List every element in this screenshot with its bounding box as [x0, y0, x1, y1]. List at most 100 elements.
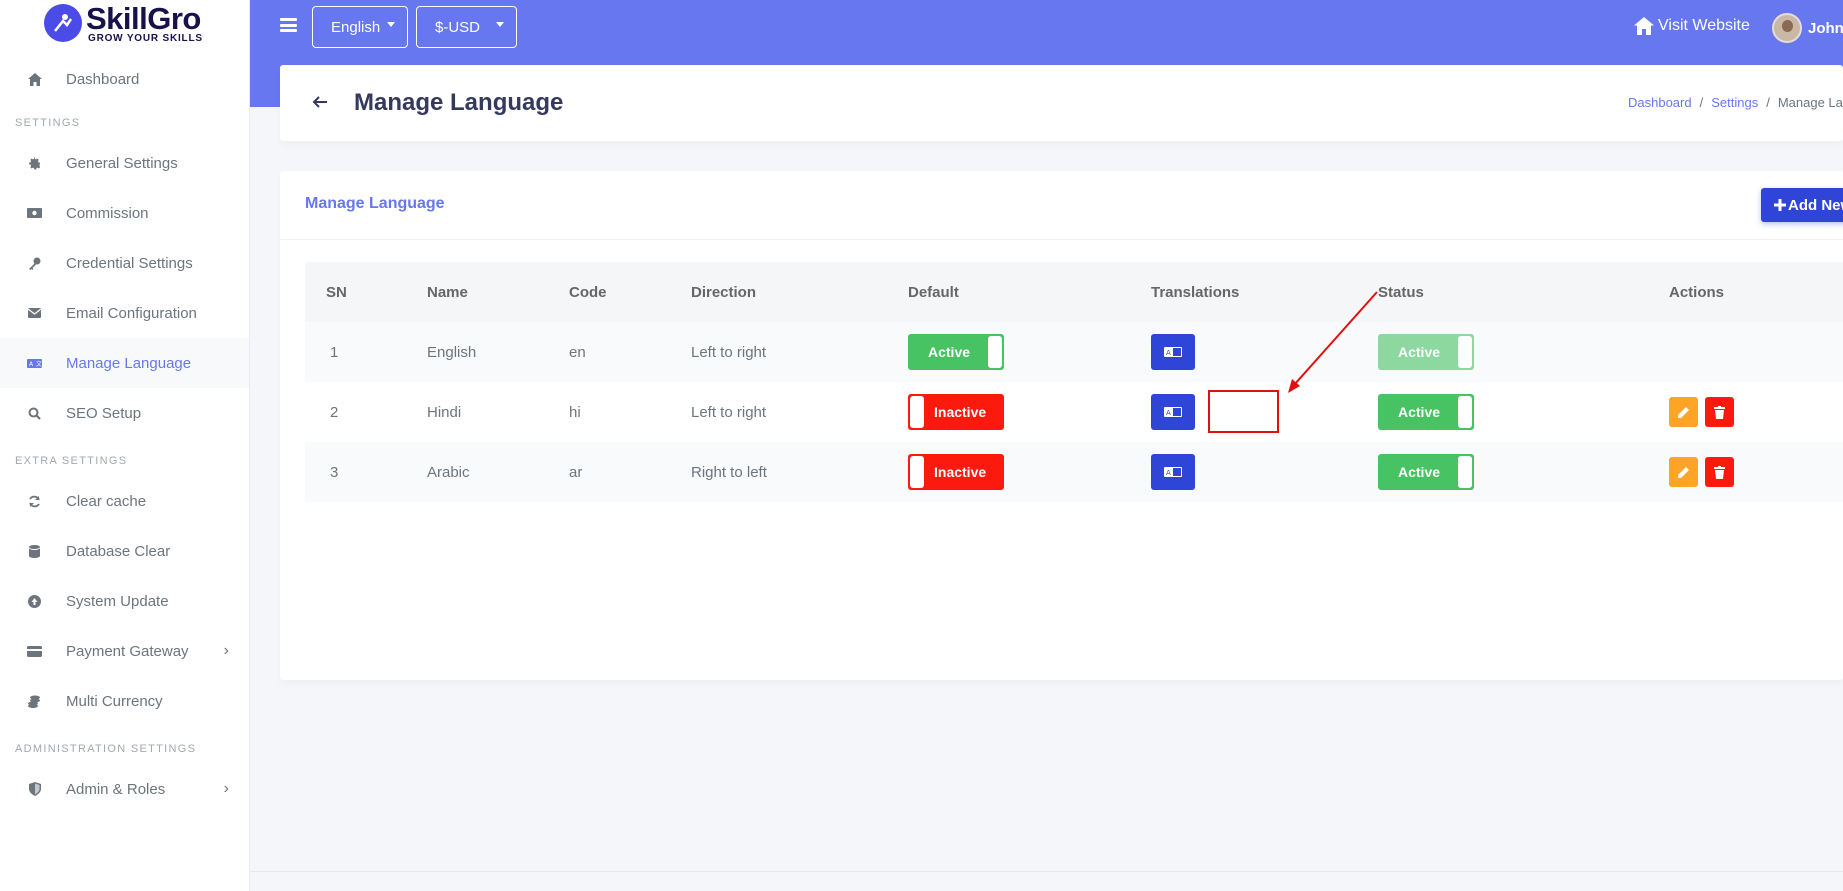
brand-name: SkillGro	[86, 0, 201, 36]
cell-code: ar	[569, 463, 583, 481]
sidebar-item-payment-gateway[interactable]: Payment Gateway ›	[0, 626, 249, 676]
brand-tagline: GROW YOUR SKILLS	[88, 32, 203, 44]
sidebar-item-general-settings[interactable]: General Settings	[0, 138, 249, 188]
menu-toggle-icon[interactable]	[280, 18, 297, 32]
edit-button[interactable]	[1669, 457, 1698, 487]
chevron-right-icon: ›	[223, 642, 229, 659]
column-header-sn: SN	[326, 283, 347, 301]
sidebar-item-label: Database Clear	[66, 542, 171, 560]
cell-direction: Left to right	[691, 403, 767, 421]
breadcrumb-dashboard[interactable]: Dashboard	[1628, 95, 1692, 110]
default-toggle-label: Inactive	[934, 464, 987, 480]
brand-logo-icon	[44, 4, 82, 42]
sidebar-item-database-clear[interactable]: Database Clear	[0, 526, 249, 576]
cell-code: hi	[569, 403, 581, 421]
back-arrow-icon[interactable]	[312, 94, 328, 110]
gear-icon	[27, 156, 42, 171]
chevron-down-icon	[496, 22, 504, 27]
status-toggle-label: Active	[1398, 464, 1441, 480]
sidebar-item-label: Dashboard	[66, 70, 140, 88]
sidebar-item-commission[interactable]: Commission	[0, 188, 249, 238]
coins-icon	[27, 694, 42, 709]
sidebar-heading-administration-settings: ADMINISTRATION SETTINGS	[15, 743, 197, 755]
trash-icon	[1714, 405, 1725, 419]
delete-button[interactable]	[1705, 397, 1734, 427]
default-toggle[interactable]: Active	[908, 334, 1004, 370]
annotation-highlight-box	[1208, 390, 1279, 433]
cell-default: Inactive	[908, 442, 1151, 502]
plus-icon	[1774, 199, 1786, 211]
svg-text:A: A	[1166, 409, 1171, 417]
sidebar-item-label: Manage Language	[66, 354, 192, 372]
sidebar-item-label: Admin & Roles	[66, 780, 166, 798]
sidebar-item-email-configuration[interactable]: Email Configuration	[0, 288, 249, 338]
add-new-button[interactable]: Add New	[1761, 188, 1843, 222]
user-name: John	[1808, 19, 1843, 37]
currency-select-value: $-USD	[435, 18, 481, 36]
default-toggle[interactable]: Inactive	[908, 454, 1004, 490]
cell-direction: Right to left	[691, 463, 767, 481]
sidebar-item-label: Email Configuration	[66, 304, 197, 322]
translation-button[interactable]: A	[1151, 394, 1195, 430]
sidebar-item-multi-currency[interactable]: Multi Currency	[0, 676, 249, 726]
sidebar-item-label: SEO Setup	[66, 404, 142, 422]
svg-text:A: A	[1166, 469, 1171, 477]
page-title: Manage Language	[354, 89, 564, 116]
brand[interactable]: SkillGro GROW YOUR SKILLS	[0, 0, 249, 46]
footer-divider	[250, 871, 1843, 872]
sidebar-item-clear-cache[interactable]: Clear cache	[0, 476, 249, 526]
language-icon: A	[1164, 467, 1182, 477]
sidebar-item-dashboard[interactable]: Dashboard	[0, 54, 249, 104]
card-title: Manage Language	[305, 195, 445, 212]
visit-website-link[interactable]: Visit Website	[1634, 17, 1750, 35]
delete-button[interactable]	[1705, 457, 1734, 487]
default-toggle-label: Active	[928, 344, 971, 360]
status-toggle-label: Active	[1398, 404, 1441, 420]
breadcrumb-settings[interactable]: Settings	[1711, 95, 1758, 110]
translation-button[interactable]: A	[1151, 454, 1195, 490]
home-icon	[27, 72, 42, 87]
key-icon	[27, 256, 42, 271]
table-row: 3 Arabic ar Right to left Inactive A Act	[305, 442, 1843, 502]
pencil-icon	[1678, 466, 1689, 478]
currency-select[interactable]: $-USD	[416, 6, 517, 48]
cell-actions	[1669, 322, 1843, 382]
column-header-actions: Actions	[1669, 283, 1725, 301]
sidebar-item-credential-settings[interactable]: Credential Settings	[0, 238, 249, 288]
sidebar-item-admin-roles[interactable]: Admin & Roles ›	[0, 764, 249, 814]
svg-text:文: 文	[36, 360, 42, 368]
sidebar-item-label: Clear cache	[66, 492, 147, 510]
column-header-status: Status	[1378, 283, 1424, 301]
svg-text:A: A	[1166, 349, 1171, 357]
status-toggle[interactable]: Active	[1378, 394, 1474, 430]
cell-status: Active	[1378, 322, 1669, 382]
sidebar-item-manage-language[interactable]: A文 Manage Language	[0, 338, 249, 388]
breadcrumb-current: Manage Language	[1777, 95, 1843, 110]
sidebar-item-seo-setup[interactable]: SEO Setup	[0, 388, 249, 438]
language-card: Manage Language Add New SN Name Code Dir…	[280, 171, 1843, 680]
trash-icon	[1714, 465, 1725, 479]
chevron-right-icon: ›	[223, 780, 229, 797]
sidebar-item-system-update[interactable]: System Update	[0, 576, 249, 626]
status-toggle[interactable]: Active	[1378, 454, 1474, 490]
user-menu[interactable]: John	[1772, 13, 1843, 43]
default-toggle[interactable]: Inactive	[908, 394, 1004, 430]
envelope-icon	[27, 306, 42, 321]
translation-button[interactable]: A	[1151, 334, 1195, 370]
status-toggle[interactable]: Active	[1378, 334, 1474, 370]
cell-translations: A	[1151, 442, 1378, 502]
edit-button[interactable]	[1669, 397, 1698, 427]
sidebar-heading-extra-settings: EXTRA SETTINGS	[15, 455, 128, 467]
language-select[interactable]: English	[312, 6, 408, 48]
sidebar-item-label: System Update	[66, 592, 169, 610]
cell-status: Active	[1378, 382, 1669, 442]
cell-code: en	[569, 343, 586, 361]
sidebar-item-label: Credential Settings	[66, 254, 193, 272]
card-header: Manage Language Add New	[280, 171, 1843, 240]
sidebar-item-label: Payment Gateway	[66, 642, 189, 660]
cell-sn: 1	[330, 343, 339, 361]
credit-card-icon	[27, 644, 42, 659]
section-header: Manage Language Dashboard / Settings / Manag…	[280, 65, 1843, 141]
language-icon: A文	[27, 356, 42, 371]
breadcrumb: Dashboard/Settings/Manage Language	[1628, 95, 1843, 110]
